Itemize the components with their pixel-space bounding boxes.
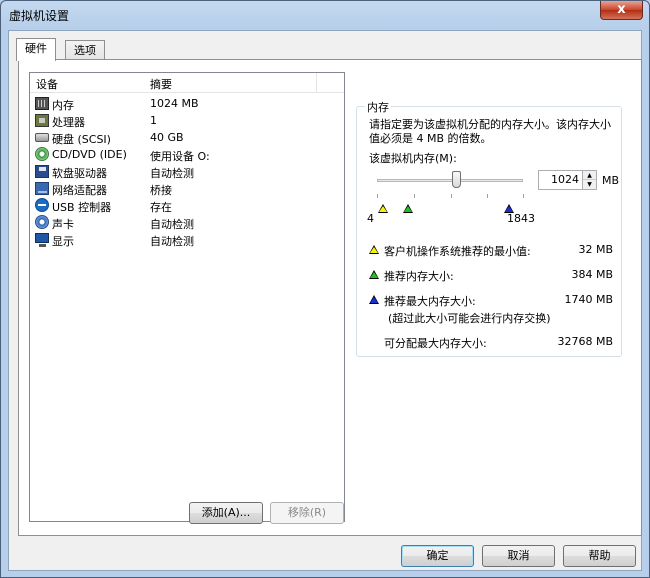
slider-tick bbox=[451, 194, 452, 198]
memory-size-spinner[interactable]: ▲ ▼ bbox=[583, 170, 597, 190]
info-max-allocatable: 可分配最大内存大小: 32768 MB bbox=[369, 335, 619, 350]
device-row-memory[interactable]: 内存 1024 MB bbox=[30, 95, 344, 112]
info-value: 384 MB bbox=[571, 268, 613, 281]
memory-slider-thumb[interactable] bbox=[452, 171, 461, 188]
close-button[interactable]: x bbox=[600, 1, 643, 20]
cancel-button[interactable]: 取消 bbox=[482, 545, 555, 567]
device-name: USB 控制器 bbox=[52, 201, 112, 214]
info-label: 推荐内存大小: bbox=[384, 270, 454, 283]
memory-unit: MB bbox=[602, 174, 620, 187]
device-summary: 使用设备 O: bbox=[150, 150, 210, 163]
column-separator[interactable] bbox=[316, 73, 317, 93]
yellow-triangle-icon bbox=[369, 245, 379, 254]
swap-note: (超过此大小可能会进行内存交换) bbox=[369, 310, 619, 325]
slider-tick bbox=[487, 194, 488, 198]
device-row-display[interactable]: 显示 自动检测 bbox=[30, 231, 344, 248]
scale-min-label: 4 bbox=[367, 212, 374, 225]
device-summary: 1 bbox=[150, 114, 157, 127]
green-triangle-icon bbox=[369, 270, 379, 279]
device-row-cd-dvd[interactable]: CD/DVD (IDE) 使用设备 O: bbox=[30, 146, 344, 163]
memory-field-label: 该虚拟机内存(M): bbox=[369, 152, 457, 165]
usb-icon bbox=[35, 198, 49, 212]
device-row-usb-controller[interactable]: USB 控制器 存在 bbox=[30, 197, 344, 214]
slider-tick bbox=[523, 194, 524, 198]
swap-note-text: (超过此大小可能会进行内存交换) bbox=[388, 312, 551, 325]
add-device-button[interactable]: 添加(A)... bbox=[189, 502, 263, 524]
memory-slider-track[interactable] bbox=[377, 179, 523, 182]
min-recommended-marker-icon bbox=[378, 204, 388, 213]
device-row-floppy[interactable]: 软盘驱动器 自动检测 bbox=[30, 163, 344, 180]
info-min-recommended: 客户机操作系统推荐的最小值: 32 MB bbox=[369, 243, 619, 258]
memory-description: 请指定要为该虚拟机分配的内存大小。该内存大小值必须是 4 MB 的倍数。 bbox=[369, 118, 611, 145]
floppy-icon bbox=[35, 165, 49, 178]
processor-icon bbox=[35, 114, 49, 127]
window-title: 虚拟机设置 bbox=[9, 9, 70, 23]
info-value: 32768 MB bbox=[557, 335, 613, 348]
device-name: 声卡 bbox=[52, 218, 74, 231]
device-name: 软盘驱动器 bbox=[52, 167, 107, 180]
cd-dvd-icon bbox=[35, 147, 49, 161]
device-row-network-adapter[interactable]: 网络适配器 桥接 bbox=[30, 180, 344, 197]
info-max-recommended: 推荐最大内存大小: 1740 MB bbox=[369, 293, 619, 308]
device-list-header: 设备 摘要 bbox=[30, 73, 344, 93]
info-recommended: 推荐内存大小: 384 MB bbox=[369, 268, 619, 283]
device-row-processor[interactable]: 处理器 1 bbox=[30, 112, 344, 129]
memory-group: 内存 请指定要为该虚拟机分配的内存大小。该内存大小值必须是 4 MB 的倍数。 … bbox=[356, 99, 622, 357]
hard-disk-icon bbox=[35, 133, 49, 142]
scale-max-label: 1843 bbox=[507, 212, 535, 225]
device-name: 内存 bbox=[52, 99, 74, 112]
device-name: 网络适配器 bbox=[52, 184, 107, 197]
column-header-summary[interactable]: 摘要 bbox=[150, 76, 172, 92]
memory-size-input[interactable]: 1024 bbox=[538, 170, 583, 190]
slider-tick bbox=[414, 194, 415, 198]
dialog-client-area: 硬件 选项 设备 摘要 内存 1024 MB 处理器 1 硬盘 (SCSI) 4… bbox=[8, 30, 642, 571]
device-name: 处理器 bbox=[52, 116, 85, 129]
device-name: CD/DVD (IDE) bbox=[52, 148, 127, 161]
spin-down-icon[interactable]: ▼ bbox=[583, 180, 596, 189]
device-summary: 自动检测 bbox=[150, 167, 194, 180]
tab-hardware[interactable]: 硬件 bbox=[16, 38, 56, 61]
info-label: 推荐最大内存大小: bbox=[384, 295, 476, 308]
device-name: 显示 bbox=[52, 235, 74, 248]
network-adapter-icon bbox=[35, 182, 49, 195]
device-summary: 桥接 bbox=[150, 184, 172, 197]
device-summary: 自动检测 bbox=[150, 218, 194, 231]
display-icon bbox=[35, 233, 49, 247]
slider-tick bbox=[377, 194, 378, 198]
tab-options[interactable]: 选项 bbox=[65, 40, 105, 61]
blue-triangle-icon bbox=[369, 295, 379, 304]
info-value: 32 MB bbox=[578, 243, 613, 256]
remove-device-button[interactable]: 移除(R) bbox=[270, 502, 344, 524]
recommended-marker-icon bbox=[403, 204, 413, 213]
info-label: 客户机操作系统推荐的最小值: bbox=[384, 245, 531, 258]
device-summary: 自动检测 bbox=[150, 235, 194, 248]
device-summary: 1024 MB bbox=[150, 97, 199, 110]
column-header-device[interactable]: 设备 bbox=[36, 76, 58, 92]
device-summary: 40 GB bbox=[150, 131, 184, 144]
help-button[interactable]: 帮助 bbox=[563, 545, 636, 567]
close-icon: x bbox=[617, 2, 626, 17]
device-row-sound-card[interactable]: 声卡 自动检测 bbox=[30, 214, 344, 231]
device-list[interactable]: 设备 摘要 内存 1024 MB 处理器 1 硬盘 (SCSI) 40 GB C… bbox=[29, 72, 345, 522]
info-value: 1740 MB bbox=[564, 293, 613, 306]
memory-icon bbox=[35, 97, 49, 110]
hardware-tab-page: 设备 摘要 内存 1024 MB 处理器 1 硬盘 (SCSI) 40 GB C… bbox=[18, 59, 642, 536]
ok-button[interactable]: 确定 bbox=[401, 545, 474, 567]
title-bar[interactable]: 虚拟机设置 x bbox=[1, 1, 649, 29]
memory-group-title: 内存 bbox=[365, 99, 391, 115]
device-row-hard-disk[interactable]: 硬盘 (SCSI) 40 GB bbox=[30, 129, 344, 146]
settings-window: 虚拟机设置 x 硬件 选项 设备 摘要 内存 1024 MB 处理器 1 硬盘 … bbox=[0, 0, 650, 578]
spin-up-icon[interactable]: ▲ bbox=[583, 171, 596, 180]
device-summary: 存在 bbox=[150, 201, 172, 214]
sound-card-icon bbox=[35, 215, 49, 229]
info-label: 可分配最大内存大小: bbox=[384, 337, 487, 350]
device-name: 硬盘 (SCSI) bbox=[52, 133, 111, 146]
